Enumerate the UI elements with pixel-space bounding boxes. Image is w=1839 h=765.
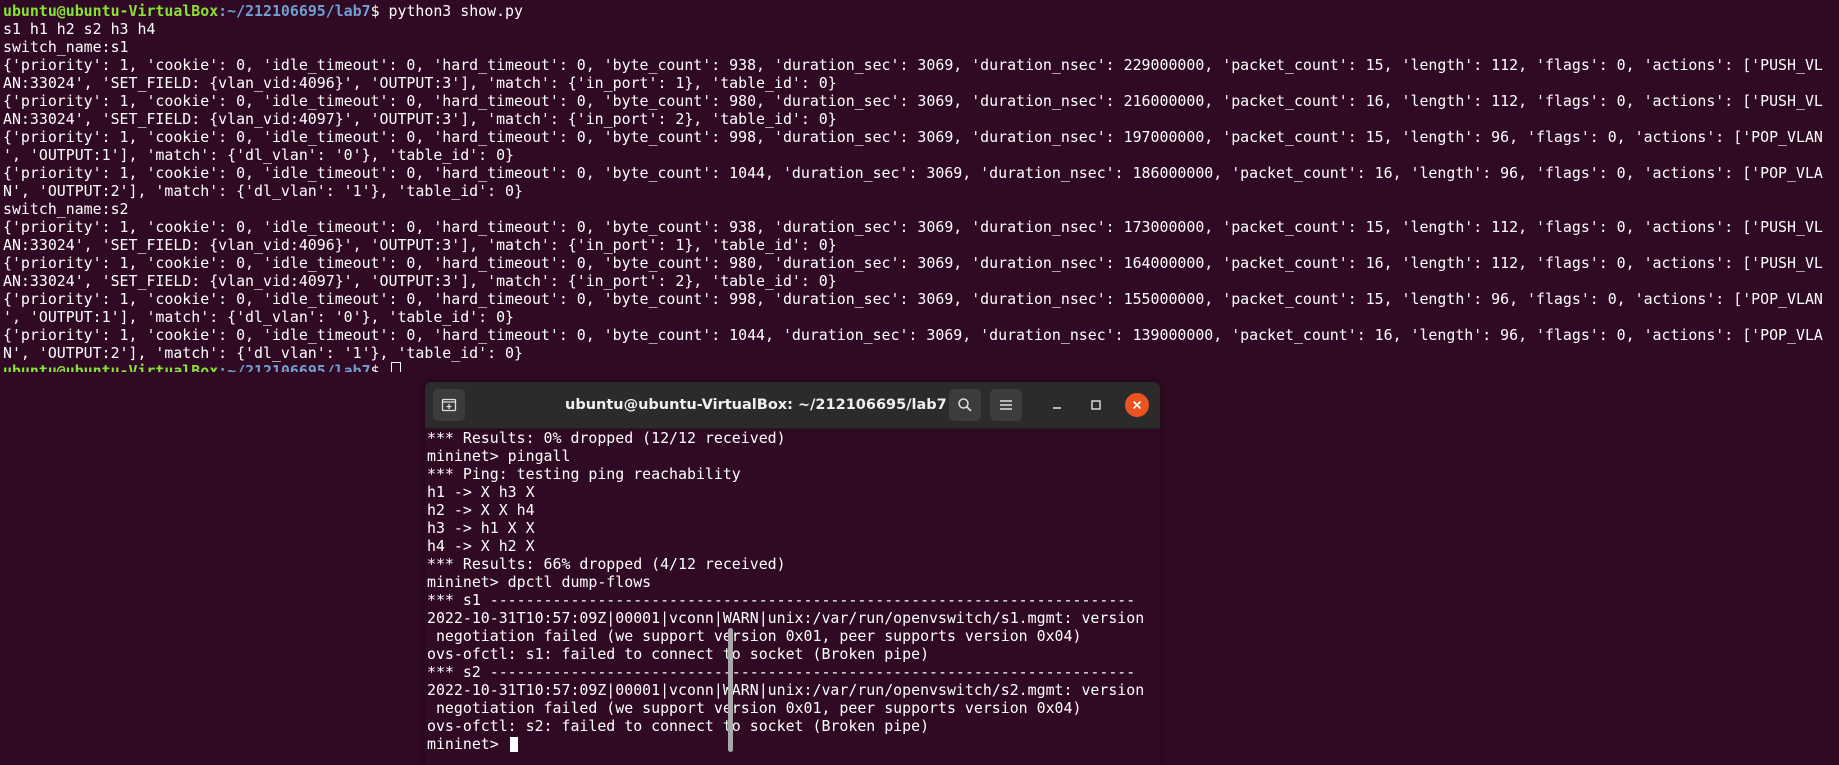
mininet-output-line: 2022-10-31T10:57:09Z|00001|vconn|WARN|un… <box>427 609 1145 627</box>
bg-output-line: ', 'OUTPUT:1'], 'match': {'dl_vlan': '0'… <box>3 146 515 164</box>
new-tab-icon <box>441 398 457 412</box>
window-title: ubuntu@ubuntu-VirtualBox: ~/212106695/la… <box>565 397 947 413</box>
prompt-path: :~/212106695/lab7 <box>218 2 371 20</box>
bg-output-line: AN:33024', 'SET_FIELD: {vlan_vid:4097}',… <box>3 272 837 290</box>
hamburger-menu-icon <box>1000 400 1012 410</box>
minimize-button[interactable] <box>1047 395 1067 415</box>
terminal-window[interactable]: ubuntu@ubuntu-VirtualBox: ~/212106695/la… <box>425 382 1160 765</box>
bg-output-line: {'priority': 1, 'cookie': 0, 'idle_timeo… <box>3 92 1823 110</box>
maximize-icon <box>1091 400 1101 410</box>
bg-output-line: {'priority': 1, 'cookie': 0, 'idle_timeo… <box>3 218 1823 236</box>
bg-output-line: AN:33024', 'SET_FIELD: {vlan_vid:4097}',… <box>3 110 837 128</box>
prompt-user: ubuntu@ubuntu-VirtualBox <box>3 362 219 372</box>
prompt-suffix: $ <box>370 362 389 372</box>
mininet-output-line: h3 -> h1 X X <box>427 519 535 537</box>
mininet-prompt: mininet> <box>427 735 508 753</box>
bg-prompt-line: ubuntu@ubuntu-VirtualBox:~/212106695/lab… <box>3 2 1837 20</box>
mininet-output-line: h1 -> X h3 X <box>427 483 535 501</box>
bg-output-line: {'priority': 1, 'cookie': 0, 'idle_timeo… <box>3 326 1823 344</box>
scrollbar-thumb[interactable] <box>728 628 733 752</box>
mininet-output-line: ovs-ofctl: s2: failed to connect to sock… <box>427 717 930 735</box>
bg-output-line: AN:33024', 'SET_FIELD: {vlan_vid:4096}',… <box>3 236 837 254</box>
mininet-output-line: negotiation failed (we support version 0… <box>427 699 1082 717</box>
terminal-content[interactable]: *** Results: 0% dropped (12/12 received)… <box>427 429 1149 763</box>
title-bar[interactable]: ubuntu@ubuntu-VirtualBox: ~/212106695/la… <box>425 382 1160 429</box>
bg-output-line: N', 'OUTPUT:2'], 'match': {'dl_vlan': '1… <box>3 344 523 362</box>
mininet-prompt-line[interactable]: mininet> <box>427 735 1149 753</box>
search-button[interactable] <box>949 389 981 421</box>
menu-button[interactable] <box>990 389 1022 421</box>
bg-output-line: {'priority': 1, 'cookie': 0, 'idle_timeo… <box>3 164 1823 182</box>
mininet-output-line: *** s1 ---------------------------------… <box>427 591 1136 609</box>
close-button[interactable] <box>1125 393 1149 417</box>
mininet-output-line: mininet> dpctl dump-flows <box>427 573 652 591</box>
mininet-output-line: negotiation failed (we support version 0… <box>427 627 1082 645</box>
mininet-output-line: *** Results: 66% dropped (4/12 received) <box>427 555 786 573</box>
bg-output-line: ', 'OUTPUT:1'], 'match': {'dl_vlan': '0'… <box>3 308 515 326</box>
close-icon <box>1132 400 1142 410</box>
bg-output-line: {'priority': 1, 'cookie': 0, 'idle_timeo… <box>3 56 1823 74</box>
text-cursor <box>509 737 518 752</box>
bg-output-line: AN:33024', 'SET_FIELD: {vlan_vid:4096}',… <box>3 74 837 92</box>
bg-output-line: {'priority': 1, 'cookie': 0, 'idle_timeo… <box>3 254 1823 272</box>
prompt-user: ubuntu@ubuntu-VirtualBox <box>3 2 219 20</box>
search-icon <box>958 398 972 412</box>
bg-output: s1 h1 h2 s2 h3 h4 switch_name:s1 {'priorit… <box>3 20 1837 362</box>
prompt-suffix: $ <box>370 2 389 20</box>
mininet-output-line: *** Results: 0% dropped (12/12 received) <box>427 429 786 447</box>
maximize-button[interactable] <box>1086 395 1106 415</box>
bg-output-line: {'priority': 1, 'cookie': 0, 'idle_timeo… <box>3 128 1823 146</box>
mininet-output-line: *** Ping: testing ping reachability <box>427 465 741 483</box>
mininet-output-line: *** s2 ---------------------------------… <box>427 663 1136 681</box>
bg-final-prompt-line[interactable]: ubuntu@ubuntu-VirtualBox:~/212106695/lab… <box>3 362 1837 372</box>
bg-output-line: N', 'OUTPUT:2'], 'match': {'dl_vlan': '1… <box>3 182 523 200</box>
mininet-output-line: 2022-10-31T10:57:09Z|00001|vconn|WARN|un… <box>427 681 1145 699</box>
mininet-output-line: mininet> pingall <box>427 447 571 465</box>
command-text: python3 show.py <box>388 2 523 20</box>
mininet-output-line: h2 -> X X h4 <box>427 501 535 519</box>
minimize-icon <box>1053 407 1061 409</box>
mininet-output-line: h4 -> X h2 X <box>427 537 535 555</box>
bg-output-line: switch_name:s2 <box>3 200 129 218</box>
new-tab-button[interactable] <box>433 389 465 421</box>
mininet-output-line: ovs-ofctl: s1: failed to connect to sock… <box>427 645 930 663</box>
bg-output-line: switch_name:s1 <box>3 38 129 56</box>
prompt-path: :~/212106695/lab7 <box>218 362 371 372</box>
bg-output-line: s1 h1 h2 s2 h3 h4 <box>3 20 156 38</box>
background-terminal[interactable]: ubuntu@ubuntu-VirtualBox:~/212106695/lab… <box>3 2 1837 372</box>
text-cursor <box>390 362 401 372</box>
bg-output-line: {'priority': 1, 'cookie': 0, 'idle_timeo… <box>3 290 1823 308</box>
front-output: *** Results: 0% dropped (12/12 received)… <box>427 429 1149 735</box>
